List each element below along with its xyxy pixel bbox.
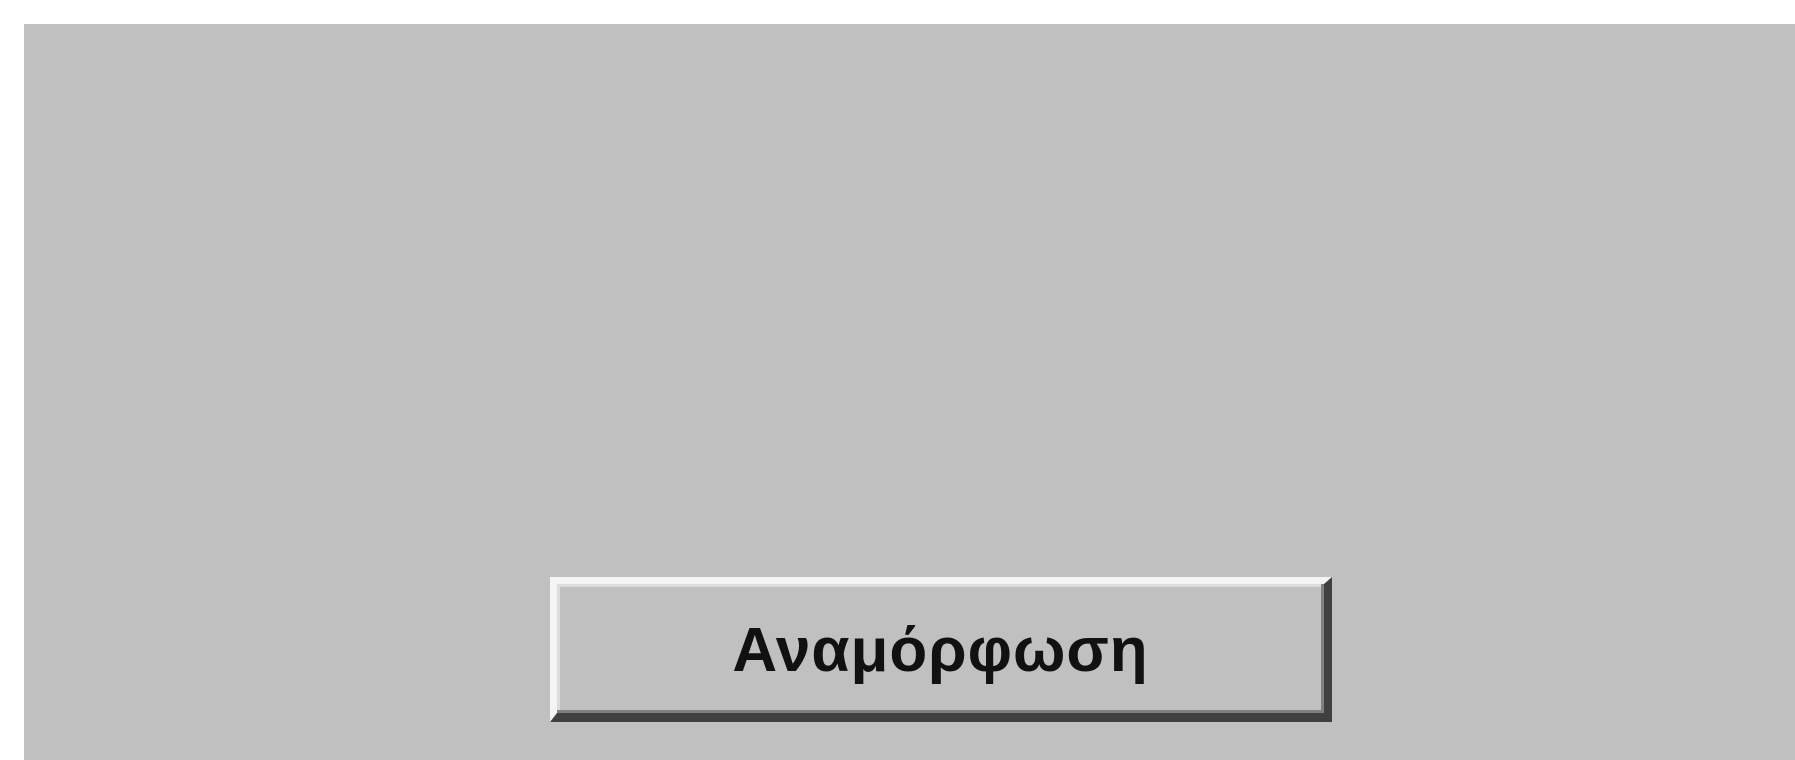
- page: Αναμόρφωση: [0, 0, 1795, 760]
- refresh-button-label: Αναμόρφωση: [732, 615, 1149, 685]
- refresh-button[interactable]: Αναμόρφωση: [550, 577, 1332, 722]
